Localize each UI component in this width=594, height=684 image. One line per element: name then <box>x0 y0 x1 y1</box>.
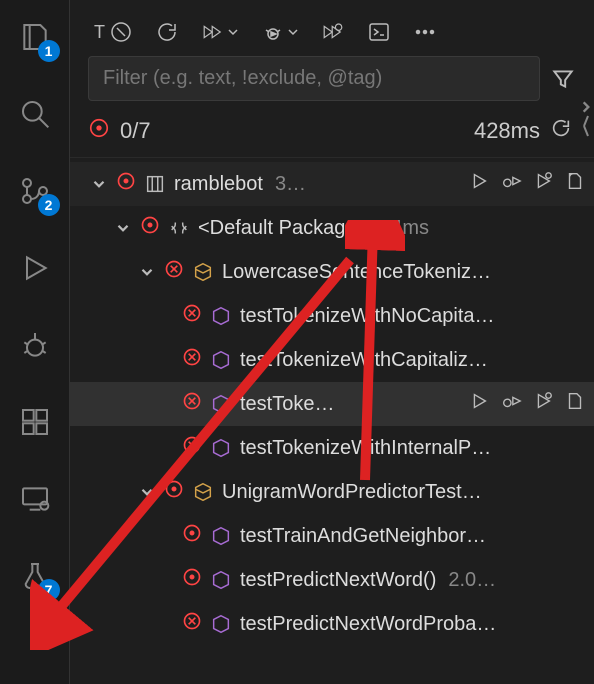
coverage-run-icon[interactable] <box>532 390 554 418</box>
summary-time: 428ms <box>474 118 540 144</box>
goto-file-icon[interactable] <box>564 170 586 198</box>
coverage-all-button[interactable] <box>321 20 345 44</box>
project-time: 3… <box>275 173 306 196</box>
package-icon <box>168 217 190 239</box>
fail-icon <box>182 611 202 637</box>
refresh-button[interactable] <box>155 20 179 44</box>
test-label: testTrainAndGetNeighbor… <box>240 525 486 548</box>
search-icon[interactable] <box>16 95 54 133</box>
tree-test-row[interactable]: testTokenizeWithCapitaliz… <box>70 338 594 382</box>
tree-package-row[interactable]: <Default Package> 34ms <box>70 206 594 250</box>
method-icon <box>210 613 232 635</box>
tree-test-row[interactable]: testTokenizeWithInternalP… <box>70 426 594 470</box>
tree-project-row[interactable]: ramblebot 3… <box>70 162 594 206</box>
class-icon <box>192 481 214 503</box>
explorer-badge: 1 <box>38 40 60 62</box>
terminal-button[interactable] <box>367 20 391 44</box>
package-time: 34ms <box>380 217 429 240</box>
fail-icon <box>182 391 202 417</box>
project-icon <box>144 173 166 195</box>
tree-test-row[interactable]: testPredictNextWord() 2.0… <box>70 558 594 602</box>
tree-test-row[interactable]: testTokenizeWithNoCapita… <box>70 294 594 338</box>
run-debug-icon[interactable] <box>16 249 54 287</box>
debug-all-button[interactable] <box>261 20 299 44</box>
scm-icon[interactable]: 2 <box>16 172 54 210</box>
fail-icon <box>182 435 202 461</box>
method-icon <box>210 393 232 415</box>
fail-icon <box>182 303 202 329</box>
queued-icon <box>182 523 202 549</box>
debug-run-icon[interactable] <box>500 390 522 418</box>
more-button[interactable] <box>413 20 437 44</box>
remote-icon[interactable] <box>16 480 54 518</box>
queued-icon <box>116 171 136 197</box>
filter-row <box>70 56 594 111</box>
method-icon <box>210 305 232 327</box>
test-label: testPredictNextWord() <box>240 569 436 592</box>
test-tree: ramblebot 3… <Default Package> 34ms Lowe… <box>70 157 594 684</box>
testing-panel: T <box>70 0 594 684</box>
summary-bar: 0/7 428ms <box>70 111 594 157</box>
debug-run-icon[interactable] <box>500 170 522 198</box>
test-label: testTokenizeWithCapitaliz… <box>240 349 488 372</box>
test-time: 2.0… <box>448 569 496 592</box>
tree-test-row[interactable]: testTrainAndGetNeighbor… <box>70 514 594 558</box>
tree-test-row[interactable]: testPredictNextWordProba… <box>70 602 594 646</box>
fail-icon <box>182 347 202 373</box>
test-label: testPredictNextWordProba… <box>240 613 496 636</box>
method-icon <box>210 437 232 459</box>
method-icon <box>210 349 232 371</box>
package-label: <Default Package> <box>198 217 368 240</box>
fail-icon <box>164 259 184 285</box>
test-label: testTokenizeWithInternalP… <box>240 437 491 460</box>
test-label: testToke… <box>240 393 334 416</box>
scm-badge: 2 <box>38 194 60 216</box>
tree-test-row[interactable]: testToke… <box>70 382 594 426</box>
filter-input[interactable] <box>88 56 540 101</box>
rerun-button[interactable] <box>550 117 572 145</box>
tree-class-row[interactable]: LowercaseSentenceTokeniz… <box>70 250 594 294</box>
method-icon <box>210 525 232 547</box>
extensions-icon[interactable] <box>16 403 54 441</box>
tree-class-row[interactable]: UnigramWordPredictorTest… <box>70 470 594 514</box>
class-label: UnigramWordPredictorTest… <box>222 481 482 504</box>
activity-bar: 1 2 7 <box>0 0 70 684</box>
class-icon <box>192 261 214 283</box>
side-panel-handle[interactable] <box>578 100 594 160</box>
run-icon[interactable] <box>468 170 490 198</box>
summary-count: 0/7 <box>120 118 151 144</box>
explorer-icon[interactable]: 1 <box>16 18 54 56</box>
testing-icon[interactable]: 7 <box>16 557 54 595</box>
show-output-button[interactable]: T <box>94 20 133 44</box>
class-label: LowercaseSentenceTokeniz… <box>222 261 491 284</box>
method-icon <box>210 569 232 591</box>
goto-file-icon[interactable] <box>564 390 586 418</box>
queued-icon <box>182 567 202 593</box>
testing-badge: 7 <box>38 579 60 601</box>
test-label: testTokenizeWithNoCapita… <box>240 305 495 328</box>
queued-icon <box>88 117 110 145</box>
filter-icon[interactable] <box>550 66 576 92</box>
run-all-button[interactable] <box>201 20 239 44</box>
testing-toolbar: T <box>70 20 594 56</box>
run-icon[interactable] <box>468 390 490 418</box>
coverage-run-icon[interactable] <box>532 170 554 198</box>
project-label: ramblebot <box>174 173 263 196</box>
queued-icon <box>164 479 184 505</box>
bug-icon[interactable] <box>16 326 54 364</box>
queued-icon <box>140 215 160 241</box>
